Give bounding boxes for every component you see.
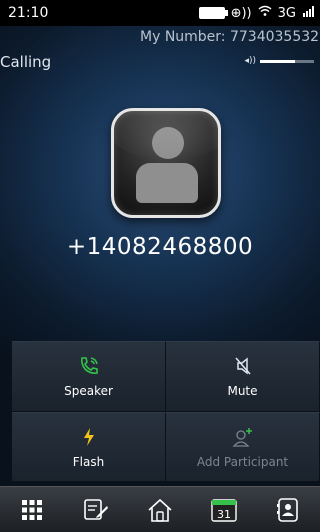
calendar-button[interactable]: 31 xyxy=(204,493,244,527)
calendar-day: 31 xyxy=(217,508,231,521)
call-screen: 21:10 ⊕)) 3G My Number: 7734035532 Calli… xyxy=(0,0,320,532)
calendar-icon: 31 xyxy=(211,498,237,522)
flash-label: Flash xyxy=(72,454,105,469)
speaker-button[interactable]: Speaker xyxy=(12,341,166,412)
dock-bar: 31 xyxy=(0,486,320,532)
wifi-icon xyxy=(258,5,272,21)
contacts-button[interactable] xyxy=(268,493,308,527)
my-number: My Number: 7734035532 xyxy=(140,29,320,45)
bluetooth-icon: ⊕)) xyxy=(230,5,252,21)
call-actions: Speaker Mute Flash Add Participant xyxy=(12,341,320,482)
call-state: Calling xyxy=(0,53,52,71)
mute-icon xyxy=(232,354,254,378)
volume-track[interactable] xyxy=(260,59,314,63)
home-icon xyxy=(148,498,172,522)
status-bar: 21:10 ⊕)) 3G xyxy=(0,0,320,26)
notes-button[interactable] xyxy=(76,493,116,527)
contacts-icon xyxy=(277,497,298,522)
signal-icon xyxy=(302,5,316,21)
mute-label: Mute xyxy=(227,384,258,399)
speaker-label: Speaker xyxy=(64,384,113,399)
speakerphone-icon xyxy=(78,354,100,378)
avatar-body xyxy=(136,163,198,203)
battery-icon xyxy=(198,7,228,19)
add-participant-button[interactable]: Add Participant xyxy=(166,411,320,482)
status-indicators: ⊕)) 3G xyxy=(198,5,316,21)
notes-icon xyxy=(84,498,108,520)
dialed-number: +14082468800 xyxy=(66,234,254,260)
dialpad-icon xyxy=(22,499,42,520)
contact-avatar xyxy=(111,108,221,218)
flash-icon xyxy=(81,425,97,449)
mute-button[interactable]: Mute xyxy=(166,341,320,412)
volume-icon: ◂)) xyxy=(244,56,256,66)
add-participant-label: Add Participant xyxy=(196,454,289,469)
flash-button[interactable]: Flash xyxy=(12,411,166,482)
dialpad-button[interactable] xyxy=(12,493,52,527)
add-participant-icon xyxy=(231,425,255,449)
network-type: 3G xyxy=(277,5,296,21)
status-time: 21:10 xyxy=(8,5,49,21)
home-button[interactable] xyxy=(140,493,180,527)
volume-fill xyxy=(260,59,296,63)
volume-control[interactable]: ◂)) xyxy=(244,56,314,66)
